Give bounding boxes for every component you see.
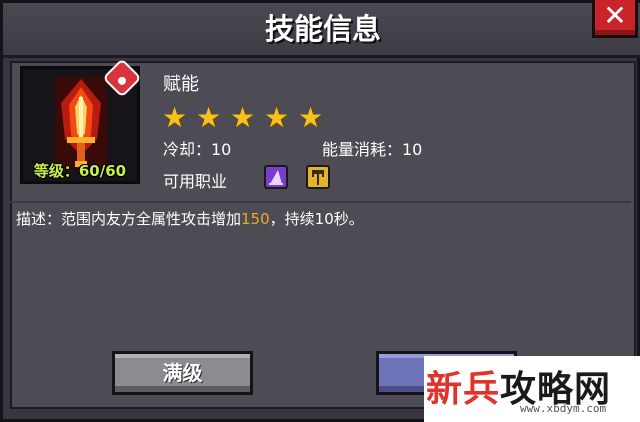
- star-icon: ★: [196, 101, 222, 134]
- cooldown-stat: 冷却：10: [163, 140, 232, 159]
- skill-level: 等级：60/60: [33, 162, 127, 180]
- description-value: 150: [241, 210, 270, 228]
- divider: [9, 201, 631, 203]
- star-icon: ★: [298, 101, 324, 134]
- watermark-url: www.xbdym.com: [520, 402, 607, 415]
- max-level-button[interactable]: 满级: [112, 351, 253, 395]
- skill-description: 描述：范围内友方全属性攻击增加150，持续10秒。: [16, 208, 364, 229]
- title-bar: 技能信息: [3, 3, 640, 58]
- dialog-title: 技能信息: [264, 12, 381, 46]
- close-button[interactable]: ✕: [592, 0, 638, 38]
- available-jobs-label: 可用职业: [163, 172, 228, 191]
- mage-hat-icon[interactable]: [264, 165, 288, 189]
- watermark-logo: 新兵攻略网 www.xbdym.com: [424, 356, 640, 422]
- star-icon: ★: [230, 101, 256, 134]
- skill-name: 赋能: [163, 74, 199, 95]
- description-suffix: ，持续10秒。: [269, 210, 364, 228]
- priest-staff-icon[interactable]: [306, 165, 330, 189]
- description-prefix: 描述：范围内友方全属性攻击增加: [16, 210, 242, 228]
- star-icon: ★: [162, 101, 188, 134]
- star-rating: ★ ★ ★ ★ ★: [162, 104, 332, 132]
- flaming-sword-icon: [55, 77, 107, 169]
- star-icon: ★: [264, 101, 290, 134]
- close-icon: ✕: [603, 0, 627, 32]
- energy-cost-stat: 能量消耗：10: [322, 140, 423, 159]
